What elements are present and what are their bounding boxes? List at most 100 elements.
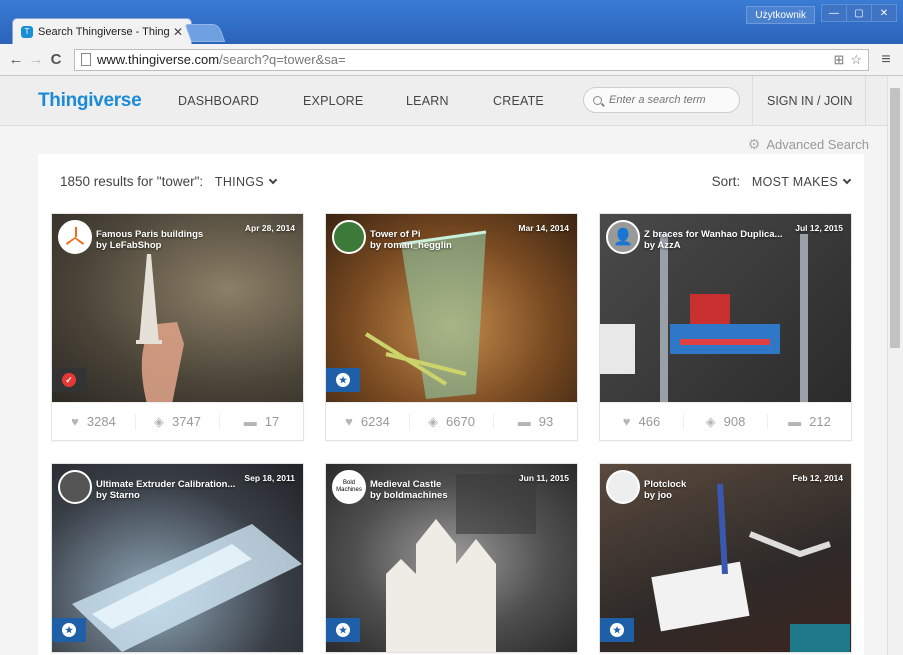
sort-dropdown[interactable]: MOST MAKES bbox=[752, 175, 852, 189]
thing-date: Apr 28, 2014 bbox=[244, 223, 295, 233]
browser-titlebar: T Search Thingiverse - Thingiv ✕ Użytkow… bbox=[0, 0, 903, 44]
thing-card[interactable]: Ultimate Extruder Calibration... by Star… bbox=[52, 464, 303, 652]
collect-stat[interactable]: ◈ 3747 bbox=[135, 413, 219, 430]
thing-image[interactable]: 👤 Z braces for Wanhao Duplica... by AzzA… bbox=[600, 214, 851, 402]
nav-dashboard[interactable]: DASHBOARD bbox=[178, 94, 259, 108]
avatar[interactable] bbox=[58, 470, 92, 504]
site-search[interactable] bbox=[583, 87, 740, 113]
window-user-label[interactable]: Użytkownik bbox=[746, 6, 815, 24]
translate-icon[interactable]: ⊞ bbox=[833, 52, 844, 68]
thing-title[interactable]: Tower of Pi bbox=[370, 229, 421, 240]
avatar[interactable]: 👤 bbox=[606, 220, 640, 254]
new-tab-button[interactable] bbox=[184, 24, 226, 42]
collect-icon: ◈ bbox=[705, 413, 716, 429]
site-header: Thingiverse DASHBOARD EXPLORE LEARN CREA… bbox=[0, 76, 887, 126]
made-badge: ✓ bbox=[52, 368, 86, 392]
close-window-icon[interactable]: ✕ bbox=[871, 4, 897, 22]
avatar[interactable]: Bold Machines bbox=[332, 470, 366, 504]
browser-toolbar: ← → C www.thingiverse.com/search?q=tower… bbox=[0, 44, 903, 76]
thing-author[interactable]: by AzzA bbox=[644, 240, 681, 251]
nav-learn[interactable]: LEARN bbox=[406, 94, 449, 108]
thingiverse-favicon-icon: T bbox=[21, 25, 33, 38]
site-logo[interactable]: Thingiverse bbox=[38, 90, 142, 112]
thing-image[interactable]: Famous Paris buildings by LeFabShop Apr … bbox=[52, 214, 303, 402]
scroll-thumb[interactable] bbox=[890, 88, 900, 348]
thing-date: Jul 12, 2015 bbox=[795, 223, 843, 233]
collect-icon: ◈ bbox=[428, 413, 439, 429]
comment-stat[interactable]: ▬ 212 bbox=[767, 414, 851, 429]
sign-in-link[interactable]: SIGN IN / JOIN bbox=[767, 94, 852, 108]
reload-icon[interactable]: C bbox=[46, 51, 66, 68]
collect-icon: ◈ bbox=[154, 413, 165, 429]
thing-image[interactable]: Tower of Pi by roman_hegglin Mar 14, 201… bbox=[326, 214, 577, 402]
vertical-scrollbar[interactable] bbox=[887, 76, 903, 655]
search-input[interactable] bbox=[609, 94, 734, 106]
type-filter-dropdown[interactable]: THINGS bbox=[215, 175, 278, 189]
results-panel: 1850 results for "tower": THINGS Sort: M… bbox=[38, 154, 864, 655]
sort-label: Sort: bbox=[711, 174, 741, 189]
nav-divider bbox=[752, 76, 753, 126]
thing-card[interactable]: Plotclock by joo Feb 12, 2014 ★ bbox=[600, 464, 851, 652]
browser-tab[interactable]: T Search Thingiverse - Thingiv ✕ bbox=[12, 18, 192, 44]
avatar-text: Bold Machines bbox=[336, 480, 362, 493]
url-host: www.thingiverse.com bbox=[97, 52, 220, 67]
thing-date: Sep 18, 2011 bbox=[244, 473, 295, 483]
like-stat[interactable]: ♥ 3284 bbox=[52, 414, 135, 429]
thing-title[interactable]: Plotclock bbox=[644, 479, 686, 490]
star-icon: ★ bbox=[610, 623, 624, 637]
thing-stats: ♥ 3284 ◈ 3747 ▬ 17 bbox=[52, 402, 303, 440]
thing-author[interactable]: by Starno bbox=[96, 490, 140, 501]
close-tab-icon[interactable]: ✕ bbox=[173, 25, 183, 39]
search-icon bbox=[593, 95, 602, 105]
avatar[interactable] bbox=[58, 220, 92, 254]
thing-stats: ♥ 6234 ◈ 6670 ▬ 93 bbox=[326, 402, 577, 440]
nav-explore[interactable]: EXPLORE bbox=[303, 94, 363, 108]
collect-stat[interactable]: ◈ 908 bbox=[683, 413, 767, 430]
avatar[interactable] bbox=[332, 220, 366, 254]
thing-title[interactable]: Famous Paris buildings bbox=[96, 229, 203, 240]
sort-control: Sort: MOST MAKES bbox=[711, 174, 852, 189]
featured-badge: ★ bbox=[326, 368, 360, 392]
advanced-search-label: Advanced Search bbox=[766, 137, 869, 152]
page-viewport: Thingiverse DASHBOARD EXPLORE LEARN CREA… bbox=[0, 76, 903, 655]
maximize-icon[interactable]: ▢ bbox=[846, 4, 872, 22]
thing-image[interactable]: Ultimate Extruder Calibration... by Star… bbox=[52, 464, 303, 652]
address-bar[interactable]: www.thingiverse.com/search?q=tower&sa= ⊞… bbox=[74, 48, 869, 71]
star-icon: ★ bbox=[336, 623, 350, 637]
thing-title[interactable]: Ultimate Extruder Calibration... bbox=[96, 479, 235, 490]
avatar[interactable] bbox=[606, 470, 640, 504]
collect-stat[interactable]: ◈ 6670 bbox=[409, 413, 493, 430]
thing-image[interactable]: Bold Machines Medieval Castle by boldmac… bbox=[326, 464, 577, 652]
thing-author[interactable]: by roman_hegglin bbox=[370, 240, 452, 251]
page-icon bbox=[81, 53, 91, 66]
thing-card[interactable]: Tower of Pi by roman_hegglin Mar 14, 201… bbox=[326, 214, 577, 440]
chrome-menu-icon[interactable]: ≡ bbox=[875, 51, 897, 69]
thing-date: Jun 11, 2015 bbox=[518, 473, 569, 483]
tab-title: Search Thingiverse - Thingiv bbox=[38, 25, 169, 38]
chevron-down-icon bbox=[268, 175, 278, 185]
minimize-icon[interactable]: — bbox=[821, 4, 847, 22]
thing-image[interactable]: Plotclock by joo Feb 12, 2014 ★ bbox=[600, 464, 851, 652]
thing-title[interactable]: Z braces for Wanhao Duplica... bbox=[644, 229, 782, 240]
like-stat[interactable]: ♥ 466 bbox=[600, 414, 683, 429]
thing-card[interactable]: 👤 Z braces for Wanhao Duplica... by AzzA… bbox=[600, 214, 851, 440]
featured-badge: ★ bbox=[326, 618, 360, 642]
forward-arrow-icon[interactable]: → bbox=[26, 51, 46, 68]
back-arrow-icon[interactable]: ← bbox=[6, 51, 26, 68]
advanced-search-link[interactable]: ⚙ Advanced Search bbox=[748, 136, 869, 153]
featured-badge: ★ bbox=[52, 618, 86, 642]
comment-stat[interactable]: ▬ 17 bbox=[219, 414, 303, 429]
like-stat[interactable]: ♥ 6234 bbox=[326, 414, 409, 429]
check-icon: ✓ bbox=[62, 373, 76, 387]
gear-icon: ⚙ bbox=[747, 136, 761, 152]
thing-author[interactable]: by joo bbox=[644, 490, 672, 501]
thing-author[interactable]: by boldmachines bbox=[370, 490, 448, 501]
bookmark-star-icon[interactable]: ☆ bbox=[850, 52, 862, 68]
thing-author[interactable]: by LeFabShop bbox=[96, 240, 161, 251]
thing-card[interactable]: Famous Paris buildings by LeFabShop Apr … bbox=[52, 214, 303, 440]
thing-stats: ♥ 466 ◈ 908 ▬ 212 bbox=[600, 402, 851, 440]
nav-create[interactable]: CREATE bbox=[493, 94, 544, 108]
thing-title[interactable]: Medieval Castle bbox=[370, 479, 441, 490]
comment-stat[interactable]: ▬ 93 bbox=[493, 414, 577, 429]
thing-card[interactable]: Bold Machines Medieval Castle by boldmac… bbox=[326, 464, 577, 652]
